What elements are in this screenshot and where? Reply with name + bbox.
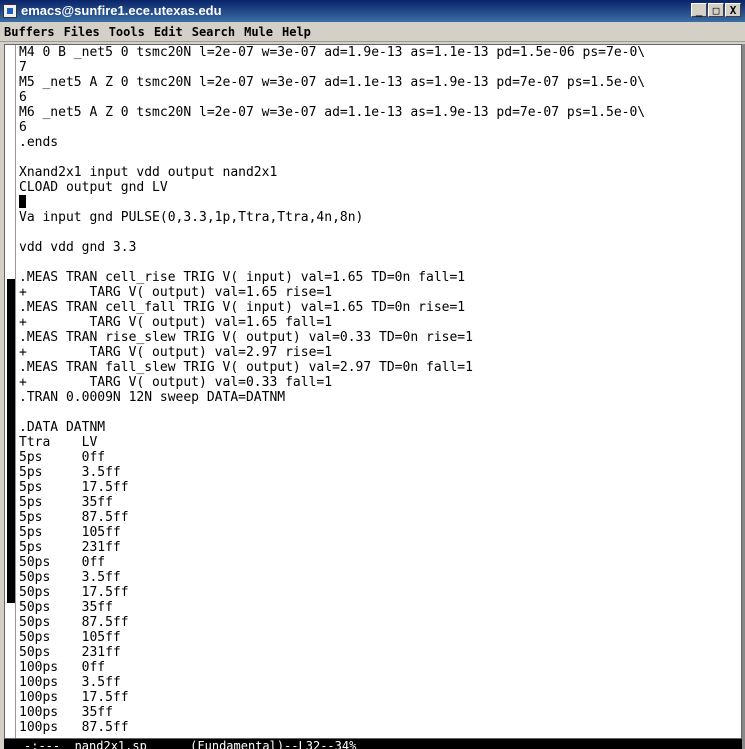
code-line[interactable]: 6 [19, 120, 741, 135]
buffer-text[interactable]: M4 0 B _net5 0 tsmc20N l=2e-07 w=3e-07 a… [19, 45, 741, 735]
code-line[interactable]: 50ps 231ff [19, 645, 741, 660]
window-title: emacs@sunfire1.ece.utexas.edu [21, 3, 222, 18]
code-line[interactable]: 50ps 35ff [19, 600, 741, 615]
code-line[interactable]: 5ps 35ff [19, 495, 741, 510]
title-bar[interactable]: emacs@sunfire1.ece.utexas.edu _ □ X [0, 0, 745, 22]
code-line[interactable]: 7 [19, 60, 741, 75]
code-line[interactable]: Va input gnd PULSE(0,3.3,1p,Ttra,Ttra,4n… [19, 210, 741, 225]
code-line[interactable]: .TRAN 0.0009N 12N sweep DATA=DATNM [19, 390, 741, 405]
scrollbar-thumb[interactable] [7, 279, 15, 603]
code-line[interactable]: 100ps 0ff [19, 660, 741, 675]
code-line[interactable] [19, 405, 741, 420]
menu-files[interactable]: Files [64, 25, 100, 39]
code-line[interactable]: Xnand2x1 input vdd output nand2x1 [19, 165, 741, 180]
code-line[interactable]: 50ps 17.5ff [19, 585, 741, 600]
code-line[interactable]: .MEAS TRAN fall_slew TRIG V( output) val… [19, 360, 741, 375]
menu-buffers[interactable]: Buffers [4, 25, 55, 39]
emacs-window: emacs@sunfire1.ece.utexas.edu _ □ X Buff… [0, 0, 745, 749]
code-line[interactable]: 100ps 87.5ff [19, 720, 741, 735]
editor-area[interactable]: M4 0 B _net5 0 tsmc20N l=2e-07 w=3e-07 a… [4, 44, 742, 739]
menu-edit[interactable]: Edit [154, 25, 183, 39]
code-line[interactable]: 50ps 0ff [19, 555, 741, 570]
code-line[interactable]: 100ps 3.5ff [19, 675, 741, 690]
code-line[interactable]: vdd vdd gnd 3.3 [19, 240, 741, 255]
menu-tools[interactable]: Tools [109, 25, 145, 39]
minimize-button[interactable]: _ [691, 3, 707, 17]
code-line[interactable]: 50ps 105ff [19, 630, 741, 645]
code-line[interactable]: .DATA DATNM [19, 420, 741, 435]
code-line[interactable]: + TARG V( output) val=1.65 fall=1 [19, 315, 741, 330]
code-line[interactable]: 50ps 87.5ff [19, 615, 741, 630]
code-line[interactable]: 5ps 0ff [19, 450, 741, 465]
code-line[interactable]: Ttra LV [19, 435, 741, 450]
text-cursor [19, 195, 26, 208]
code-line[interactable]: + TARG V( output) val=2.97 rise=1 [19, 345, 741, 360]
code-line[interactable]: + TARG V( output) val=1.65 rise=1 [19, 285, 741, 300]
code-line[interactable] [19, 255, 741, 270]
window-controls: _ □ X [691, 3, 741, 19]
code-line[interactable]: 6 [19, 90, 741, 105]
code-line[interactable]: 100ps 17.5ff [19, 690, 741, 705]
mode-line: -:--- nand2x1.sp (Fundamental)--L32--34% [4, 739, 742, 749]
maximize-button[interactable]: □ [708, 3, 724, 17]
code-line[interactable]: M4 0 B _net5 0 tsmc20N l=2e-07 w=3e-07 a… [19, 45, 741, 60]
code-line[interactable] [19, 150, 741, 165]
code-line[interactable]: .MEAS TRAN rise_slew TRIG V( output) val… [19, 330, 741, 345]
code-line[interactable]: 50ps 3.5ff [19, 570, 741, 585]
menu-help[interactable]: Help [282, 25, 311, 39]
code-line[interactable]: M6 _net5 A Z 0 tsmc20N l=2e-07 w=3e-07 a… [19, 105, 741, 120]
code-line[interactable]: 5ps 231ff [19, 540, 741, 555]
code-line[interactable]: .MEAS TRAN cell_rise TRIG V( input) val=… [19, 270, 741, 285]
code-line[interactable]: CLOAD output gnd LV [19, 180, 741, 195]
code-line[interactable]: 5ps 87.5ff [19, 510, 741, 525]
code-line[interactable]: 5ps 17.5ff [19, 480, 741, 495]
code-line[interactable]: M5 _net5 A Z 0 tsmc20N l=2e-07 w=3e-07 a… [19, 75, 741, 90]
code-line[interactable]: + TARG V( output) val=0.33 fall=1 [19, 375, 741, 390]
app-icon [3, 4, 17, 18]
code-line[interactable]: .ends [19, 135, 741, 150]
code-line[interactable] [19, 225, 741, 240]
cursor-line[interactable] [19, 195, 741, 210]
menu-mule[interactable]: Mule [244, 25, 273, 39]
vertical-scrollbar[interactable] [6, 45, 16, 738]
code-line[interactable]: 5ps 105ff [19, 525, 741, 540]
close-button[interactable]: X [725, 3, 741, 17]
code-line[interactable]: .MEAS TRAN cell_fall TRIG V( input) val=… [19, 300, 741, 315]
code-line[interactable]: 100ps 35ff [19, 705, 741, 720]
menu-search[interactable]: Search [192, 25, 235, 39]
menu-bar: Buffers Files Tools Edit Search Mule Hel… [0, 22, 745, 42]
code-line[interactable]: 5ps 3.5ff [19, 465, 741, 480]
